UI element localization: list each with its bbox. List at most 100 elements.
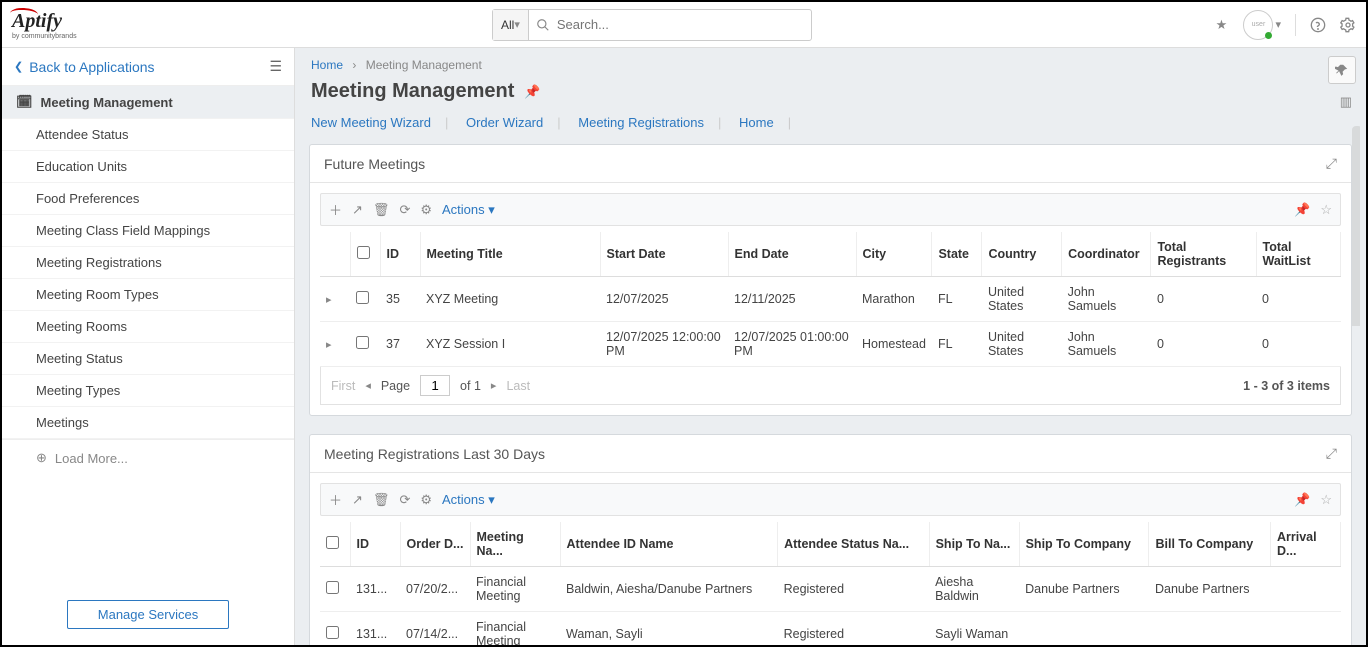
actions-dropdown[interactable]: Actions ▾ bbox=[442, 492, 495, 508]
sidebar-item-attendee-status[interactable]: Attendee Status bbox=[2, 119, 294, 151]
link-home[interactable]: Home bbox=[739, 115, 774, 130]
chevron-left-icon: ❮ bbox=[14, 60, 23, 73]
logo-subtext: by communitybrands bbox=[12, 33, 92, 40]
col-ship-to-name[interactable]: Ship To Na... bbox=[929, 522, 1019, 567]
actions-dropdown[interactable]: Actions ▾ bbox=[442, 202, 495, 218]
refresh-icon[interactable]: ⟳ bbox=[399, 202, 410, 218]
add-icon[interactable]: ＋ bbox=[329, 200, 342, 219]
settings-gear-icon[interactable] bbox=[1340, 17, 1356, 33]
col-start-date[interactable]: Start Date bbox=[600, 232, 728, 277]
expand-row-icon[interactable]: ▸ bbox=[326, 294, 332, 306]
sidebar-item-education-units[interactable]: Education Units bbox=[2, 151, 294, 183]
row-checkbox[interactable] bbox=[326, 581, 339, 594]
hamburger-icon[interactable]: ☰ bbox=[269, 58, 282, 75]
sidebar-item-meeting-registrations[interactable]: Meeting Registrations bbox=[2, 247, 294, 279]
caret-down-icon: ▾ bbox=[514, 18, 520, 31]
col-state[interactable]: State bbox=[932, 232, 982, 277]
col-id[interactable]: ID bbox=[350, 522, 400, 567]
row-checkbox[interactable] bbox=[326, 626, 339, 639]
col-end-date[interactable]: End Date bbox=[728, 232, 856, 277]
open-icon[interactable]: ↗ bbox=[352, 202, 363, 218]
refresh-icon[interactable]: ⟳ bbox=[399, 492, 410, 508]
pin-icon[interactable]: 📌 bbox=[1294, 202, 1310, 218]
col-meeting-title[interactable]: Meeting Title bbox=[420, 232, 600, 277]
sidebar-item-meeting-status[interactable]: Meeting Status bbox=[2, 343, 294, 375]
col-id[interactable]: ID bbox=[380, 232, 420, 277]
link-meeting-registrations[interactable]: Meeting Registrations bbox=[578, 115, 704, 130]
sidebar-item-meeting-rooms[interactable]: Meeting Rooms bbox=[2, 311, 294, 343]
table-row[interactable]: ▸ 35 XYZ Meeting 12/07/2025 12/11/2025 M… bbox=[320, 277, 1341, 322]
breadcrumb-current: Meeting Management bbox=[366, 58, 482, 72]
col-country[interactable]: Country bbox=[982, 232, 1062, 277]
open-icon[interactable]: ↗ bbox=[352, 492, 363, 508]
delete-icon[interactable]: 🗑 bbox=[373, 202, 390, 218]
manage-services-button[interactable]: Manage Services bbox=[67, 600, 229, 629]
global-search[interactable]: All▾ bbox=[492, 9, 812, 41]
table-row[interactable]: 131... 07/20/2... Financial Meeting Bald… bbox=[320, 567, 1341, 612]
back-to-applications[interactable]: ❮ Back to Applications ☰ bbox=[2, 48, 294, 86]
search-scope-dropdown[interactable]: All▾ bbox=[493, 10, 529, 40]
pager-last[interactable]: Last bbox=[506, 379, 530, 393]
pin-icon[interactable]: 📌 bbox=[524, 84, 540, 100]
sidebar-item-meeting-management[interactable]: 🗓 Meeting Management bbox=[2, 86, 294, 119]
row-checkbox[interactable] bbox=[356, 336, 369, 349]
col-meeting-name[interactable]: Meeting Na... bbox=[470, 522, 560, 567]
quick-links: New Meeting Wizard| Order Wizard| Meetin… bbox=[295, 111, 1366, 144]
col-total-waitlist[interactable]: Total WaitList bbox=[1256, 232, 1341, 277]
col-city[interactable]: City bbox=[856, 232, 932, 277]
chevron-right-icon: › bbox=[352, 58, 356, 72]
gear-icon[interactable]: ⚙ bbox=[420, 202, 432, 218]
row-checkbox[interactable] bbox=[356, 291, 369, 304]
panel-title: Future Meetings bbox=[324, 156, 425, 172]
pin-page-button[interactable] bbox=[1328, 56, 1356, 84]
table-row[interactable]: 131... 07/14/2... Financial Meeting Wama… bbox=[320, 612, 1341, 646]
panel1-pager: First ◂ Page of 1 ▸ Last 1 - 3 of 3 item… bbox=[320, 367, 1341, 405]
col-bill-to-company[interactable]: Bill To Company bbox=[1149, 522, 1271, 567]
search-input[interactable] bbox=[551, 17, 811, 32]
user-menu-caret-icon[interactable]: ▾ bbox=[1275, 18, 1281, 31]
link-order-wizard[interactable]: Order Wizard bbox=[466, 115, 543, 130]
help-icon[interactable] bbox=[1310, 17, 1326, 33]
load-more[interactable]: ⊕ Load More... bbox=[2, 439, 294, 476]
expand-row-icon[interactable]: ▸ bbox=[326, 339, 332, 351]
panel1-toolbar: ＋ ↗ 🗑 ⟳ ⚙ Actions ▾ 📌 ☆ bbox=[320, 193, 1341, 226]
col-total-registrants[interactable]: Total Registrants bbox=[1151, 232, 1256, 277]
link-new-meeting-wizard[interactable]: New Meeting Wizard bbox=[311, 115, 431, 130]
select-all-checkbox[interactable] bbox=[357, 246, 370, 259]
add-icon[interactable]: ＋ bbox=[329, 490, 342, 509]
layout-icon[interactable]: ▥ bbox=[1340, 94, 1352, 110]
panel2-toolbar: ＋ ↗ 🗑 ⟳ ⚙ Actions ▾ 📌 ☆ bbox=[320, 483, 1341, 516]
expand-icon[interactable]: ⤢ bbox=[1326, 445, 1337, 462]
table-row[interactable]: ▸ 37 XYZ Session I 12/07/2025 12:00:00 P… bbox=[320, 322, 1341, 367]
col-ship-to-company[interactable]: Ship To Company bbox=[1019, 522, 1149, 567]
col-attendee-name[interactable]: Attendee ID Name bbox=[560, 522, 778, 567]
sidebar-item-meeting-types[interactable]: Meeting Types bbox=[2, 375, 294, 407]
select-all-checkbox[interactable] bbox=[326, 536, 339, 549]
star-icon[interactable]: ☆ bbox=[1320, 492, 1332, 508]
col-coordinator[interactable]: Coordinator bbox=[1062, 232, 1151, 277]
sidebar-item-meeting-room-types[interactable]: Meeting Room Types bbox=[2, 279, 294, 311]
pager-next-icon[interactable]: ▸ bbox=[491, 379, 497, 392]
sidebar-item-meeting-class-field-mappings[interactable]: Meeting Class Field Mappings bbox=[2, 215, 294, 247]
gear-icon[interactable]: ⚙ bbox=[420, 492, 432, 508]
pin-icon[interactable]: 📌 bbox=[1294, 492, 1310, 508]
col-attendee-status[interactable]: Attendee Status Na... bbox=[778, 522, 930, 567]
pager-first[interactable]: First bbox=[331, 379, 355, 393]
col-arrival-date[interactable]: Arrival D... bbox=[1271, 522, 1341, 567]
load-more-icon: ⊕ bbox=[36, 450, 47, 466]
user-avatar[interactable]: user bbox=[1243, 10, 1273, 40]
pager-page-input[interactable] bbox=[420, 375, 450, 396]
content-area: ▥ Home › Meeting Management Meeting Mana… bbox=[295, 48, 1366, 645]
sidebar-item-food-preferences[interactable]: Food Preferences bbox=[2, 183, 294, 215]
breadcrumb-home[interactable]: Home bbox=[311, 58, 343, 72]
calendar-icon: 🗓 bbox=[16, 94, 33, 110]
sidebar-item-meetings[interactable]: Meetings bbox=[2, 407, 294, 439]
star-icon[interactable]: ☆ bbox=[1320, 202, 1332, 218]
expand-icon[interactable]: ⤢ bbox=[1326, 155, 1337, 172]
col-order-date[interactable]: Order D... bbox=[400, 522, 470, 567]
pager-prev-icon[interactable]: ◂ bbox=[365, 379, 371, 392]
sidebar: ❮ Back to Applications ☰ 🗓 Meeting Manag… bbox=[2, 48, 295, 645]
delete-icon[interactable]: 🗑 bbox=[373, 492, 390, 508]
scrollbar[interactable] bbox=[1352, 126, 1362, 635]
favorite-star-icon[interactable]: ★ bbox=[1213, 17, 1229, 33]
